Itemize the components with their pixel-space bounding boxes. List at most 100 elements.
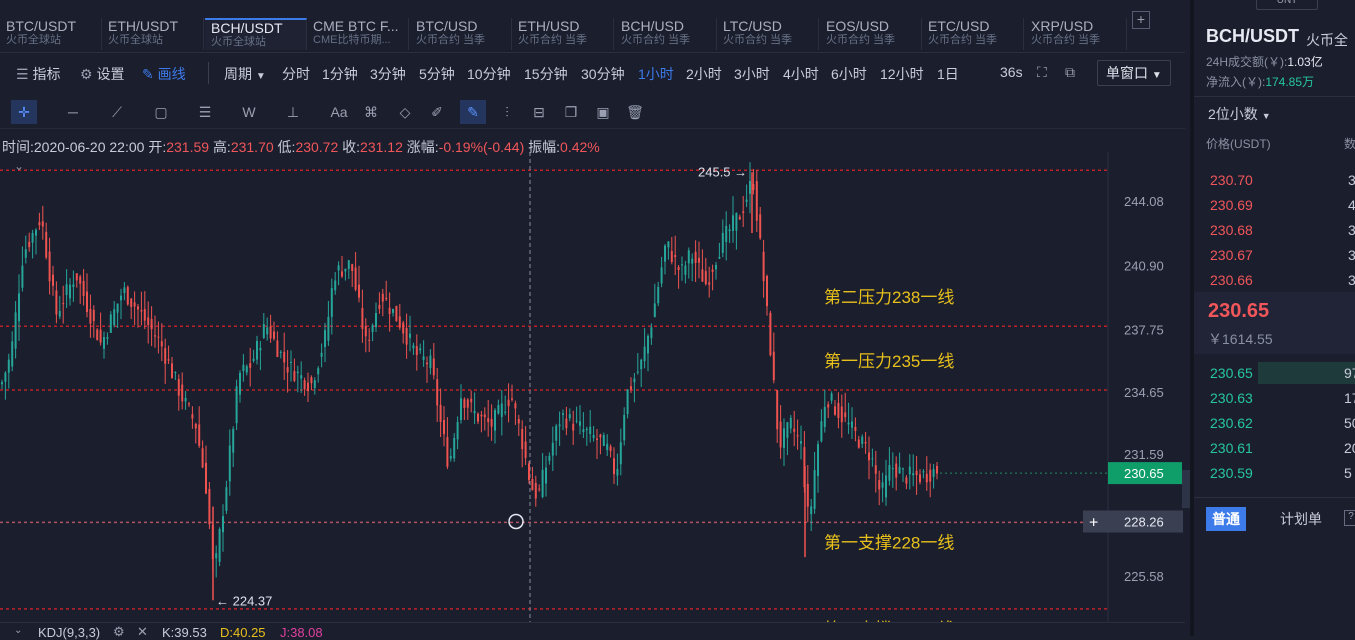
ask-price[interactable]: 230.69 — [1210, 197, 1253, 213]
bid-price[interactable]: 230.63 — [1210, 390, 1253, 406]
gear-icon[interactable]: ⚙ — [113, 624, 125, 640]
tab-eth-usd[interactable]: ETH/USD 火币合约 当季 — [512, 18, 614, 50]
tab-btc-usdt[interactable]: BTC/USDT 火币全球站 — [0, 18, 102, 50]
ask-price[interactable]: 230.67 — [1210, 247, 1253, 263]
add-tab-button[interactable]: + — [1132, 11, 1150, 29]
candle-body — [191, 414, 194, 419]
candle-body — [293, 371, 296, 381]
channel-icon[interactable]: ☰ — [192, 100, 218, 124]
bid-price[interactable]: 230.59 — [1210, 465, 1253, 481]
decimals-dropdown[interactable]: 2位小数 ▼ — [1208, 104, 1271, 124]
magnet-icon[interactable]: ⌘ — [358, 100, 384, 124]
ask-price[interactable]: 230.66 — [1210, 272, 1253, 288]
tab-eth-usdt[interactable]: ETH/USDT 火币全球站 — [102, 18, 204, 50]
indicator-button[interactable]: ☰ 指标 — [16, 64, 60, 84]
candle-body — [759, 214, 762, 239]
candle-body — [296, 371, 299, 374]
tab-exchange: 火币合约 当季 — [826, 34, 896, 46]
bid-price[interactable]: 230.62 — [1210, 415, 1253, 431]
settings-button[interactable]: ⚙ 设置 — [80, 64, 124, 84]
period-5[interactable]: 15分钟 — [524, 64, 568, 84]
candle-body — [487, 418, 490, 423]
screenshot-icon[interactable]: ▣ — [590, 100, 616, 124]
candle-body — [232, 428, 235, 453]
period-dropdown[interactable]: 周期 ▼ — [224, 64, 266, 84]
unit-button[interactable]: UNT — [1256, 0, 1318, 10]
kdj-indicator-bar: ⌄ KDJ(9,3,3) ⚙ ✕ K:39.53 D:40.25 J:38.08 — [0, 622, 1185, 640]
candle-icon[interactable]: ⫶ — [494, 100, 520, 124]
candle-body — [684, 265, 687, 275]
candle-body — [827, 404, 830, 408]
collapse-icon[interactable]: ⌄ — [14, 625, 22, 636]
period-9[interactable]: 3小时 — [734, 64, 770, 84]
copy-icon[interactable]: ❐ — [558, 100, 584, 124]
window-mode-label: 单窗口 — [1106, 65, 1148, 81]
period-12[interactable]: 12小时 — [880, 64, 924, 84]
add-alert-icon: + — [1089, 515, 1098, 532]
period-11[interactable]: 6小时 — [831, 64, 867, 84]
fullscreen-icon[interactable]: ⛶ — [1037, 64, 1047, 81]
candle-body — [606, 443, 609, 451]
help-icon[interactable]: ? — [1344, 510, 1355, 526]
bid-price[interactable]: 230.65 — [1210, 365, 1253, 381]
close-icon[interactable]: ✕ — [137, 624, 148, 640]
eraser-icon[interactable]: ◇ — [392, 100, 418, 124]
ask-price[interactable]: 230.70 — [1210, 172, 1253, 188]
period-10[interactable]: 4小时 — [783, 64, 819, 84]
candle-body — [796, 435, 799, 437]
tab-bch-usd[interactable]: BCH/USD 火币合约 当季 — [615, 18, 717, 50]
tab-bch-usdt[interactable]: BCH/USDT 火币全球站 — [205, 18, 307, 50]
period-13[interactable]: 1日 — [937, 64, 959, 84]
candle-body — [704, 271, 707, 285]
crosshair-icon[interactable]: ✛ — [11, 100, 37, 124]
period-7[interactable]: 1小时 — [638, 64, 674, 84]
candle-body — [239, 372, 241, 395]
period-0[interactable]: 分时 — [282, 64, 310, 84]
ask-qty: 4 — [1348, 197, 1355, 213]
tab-normal-order[interactable]: 普通 — [1206, 507, 1246, 531]
period-4[interactable]: 10分钟 — [467, 64, 511, 84]
bid-price[interactable]: 230.61 — [1210, 440, 1253, 456]
rectangle-icon[interactable]: ▢ — [148, 100, 174, 124]
draw-mode-icon[interactable]: ✎ — [460, 100, 486, 124]
depth-bar — [1258, 362, 1355, 384]
tab-cme-btc-f-[interactable]: CME BTC F... CME比特币期... — [307, 18, 409, 50]
window-mode-dropdown[interactable]: 单窗口 ▼ — [1097, 60, 1171, 86]
ask-price[interactable]: 230.68 — [1210, 222, 1253, 238]
period-2[interactable]: 3分钟 — [370, 64, 406, 84]
candle-body — [776, 390, 779, 430]
candlestick-chart[interactable]: 244.08240.90237.75234.65231.59228.56225.… — [0, 152, 1185, 622]
ruler-icon[interactable]: ✐ — [424, 100, 450, 124]
measure-icon[interactable]: ⊥ — [280, 100, 306, 124]
candle-body — [681, 264, 683, 266]
period-6[interactable]: 30分钟 — [581, 64, 625, 84]
trash-icon[interactable]: 🗑 — [622, 100, 648, 124]
lock-icon[interactable]: ⊟ — [526, 100, 552, 124]
candle-body — [538, 488, 541, 490]
horizontal-line-icon[interactable]: ─ — [60, 100, 86, 124]
trend-line-icon[interactable]: ⟋ — [104, 100, 130, 124]
candle-body — [41, 221, 44, 227]
tab-xrp-usd[interactable]: XRP/USD 火币合约 当季 — [1025, 18, 1127, 50]
candle-body — [334, 280, 337, 291]
candle-body — [823, 406, 826, 427]
tab-etc-usd[interactable]: ETC/USD 火币合约 当季 — [922, 18, 1024, 50]
candle-body — [769, 312, 772, 356]
candle-body — [558, 424, 561, 427]
candle-body — [412, 345, 415, 349]
bid-qty: 97 — [1344, 365, 1355, 381]
period-3[interactable]: 5分钟 — [419, 64, 455, 84]
period-8[interactable]: 2小时 — [686, 64, 722, 84]
tab-eos-usd[interactable]: EOS/USD 火币合约 当季 — [820, 18, 922, 50]
period-1[interactable]: 1分钟 — [322, 64, 358, 84]
tab-btc-usd[interactable]: BTC/USD 火币合约 当季 — [410, 18, 512, 50]
candle-body — [643, 346, 646, 362]
wave-icon[interactable]: W — [236, 100, 262, 124]
panel-splitter-handle[interactable] — [1182, 470, 1190, 508]
popout-icon[interactable]: ⧉ — [1065, 64, 1075, 81]
tab-ltc-usd[interactable]: LTC/USD 火币合约 当季 — [717, 18, 819, 50]
y-tick-label: 231.59 — [1124, 447, 1164, 462]
text-icon[interactable]: Aa — [326, 100, 352, 124]
tab-plan-order[interactable]: 计划单 — [1280, 509, 1322, 529]
draw-button[interactable]: ✎ 画线 — [142, 64, 186, 84]
